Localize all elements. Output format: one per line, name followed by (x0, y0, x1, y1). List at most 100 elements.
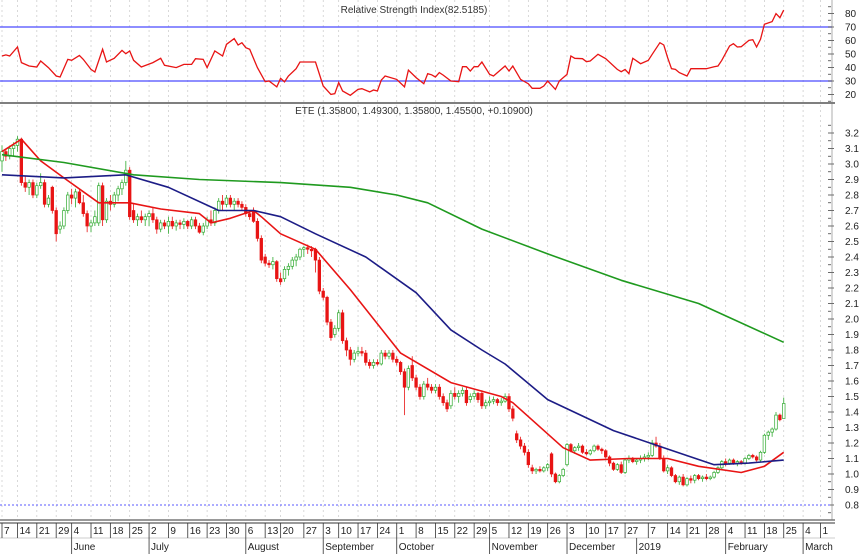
date-tick-label: 25 (132, 526, 144, 537)
price-tick-label: 2.2 (845, 284, 859, 295)
date-tick-label: 7 (650, 526, 656, 537)
candle-body (766, 431, 770, 436)
candle-body (23, 182, 27, 188)
date-tick-label: 30 (228, 526, 240, 537)
candle-up (484, 399, 488, 409)
candle-down (340, 309, 345, 344)
candle-body (758, 451, 763, 461)
rsi-panel: Relative Strength Index(82.5185) 20 30 40 5… (0, 5, 857, 102)
candle-down (151, 207, 155, 223)
candle-body (89, 222, 93, 227)
candle-body (449, 393, 453, 407)
candle-up (693, 474, 697, 484)
candle-up (700, 475, 705, 482)
candle-body (344, 340, 349, 351)
candle-up (66, 191, 70, 214)
price-tick-label: 1.2 (845, 439, 859, 450)
candle-down (278, 272, 283, 285)
candle-up (352, 350, 356, 363)
candle-body (371, 362, 376, 366)
month-label: August (248, 542, 279, 553)
date-tick-label: 14 (19, 526, 31, 537)
candle-down (549, 452, 554, 478)
price-tick-label: 1.3 (845, 423, 859, 434)
candle-body (193, 219, 198, 227)
candle-down (511, 405, 515, 422)
candle-up (422, 381, 426, 400)
candle-body (681, 476, 685, 486)
candle-body (549, 453, 554, 475)
candle-down (441, 393, 445, 406)
candle-up (747, 453, 751, 461)
candle-body (623, 459, 627, 473)
candle-up (356, 346, 360, 357)
candle-up (592, 444, 596, 453)
candle-up (468, 393, 472, 403)
candle-up (143, 213, 147, 226)
candle-up (460, 387, 465, 397)
candle-body (696, 475, 701, 479)
candle-down (275, 260, 279, 282)
candle-body (135, 216, 140, 221)
candle-up (224, 195, 229, 208)
date-tick-label: 11 (747, 526, 758, 537)
candle-down (480, 390, 484, 409)
candle-down (754, 455, 759, 462)
candle-body (538, 469, 542, 472)
candle-body (375, 362, 380, 365)
candle-body (228, 197, 232, 205)
candle-body (189, 219, 194, 227)
candle-body (747, 455, 751, 459)
candle-up (758, 450, 763, 462)
candle-body (573, 447, 577, 452)
candle-body (398, 362, 403, 373)
month-label: March (805, 542, 833, 553)
candle-down (255, 218, 260, 242)
candle-up (93, 210, 97, 226)
candle-body (433, 386, 438, 391)
candle-body (162, 222, 167, 227)
candle-body (491, 399, 496, 402)
candle-down (778, 413, 782, 422)
candle-body (151, 213, 155, 221)
candle-body (526, 451, 530, 466)
candle-down (162, 219, 167, 230)
date-tick-label: 11 (93, 526, 104, 537)
candle-body (635, 459, 639, 462)
candle-body (402, 371, 407, 388)
date-tick-label: 22 (457, 526, 469, 537)
candle-body (782, 403, 786, 419)
candle-up (635, 458, 639, 465)
candle-body (155, 219, 159, 230)
price-tick-label: 2.6 (845, 222, 859, 233)
date-tick-label: 26 (550, 526, 562, 537)
candle-down (321, 288, 325, 301)
candle-down (426, 377, 430, 391)
candle-body (561, 469, 565, 476)
price-title: ETE (1.35800, 1.49300, 1.35800, 1.45500,… (295, 106, 533, 117)
candle-body (484, 402, 488, 407)
candle-up (201, 222, 205, 236)
month-label: June (74, 542, 96, 553)
candle-up (15, 136, 20, 152)
candle-body (611, 462, 616, 470)
candle-body (139, 216, 143, 221)
candle-up (770, 427, 774, 437)
candle-body (754, 456, 759, 461)
candle-down (193, 216, 198, 230)
candle-body (406, 368, 410, 388)
candle-body (159, 222, 163, 230)
candle-body (542, 467, 546, 472)
candle-body (615, 464, 619, 470)
candle-up (294, 253, 298, 267)
candle-down (31, 179, 35, 199)
date-tick-label: 16 (190, 526, 202, 537)
candle-body (604, 450, 608, 458)
candle-down (476, 391, 480, 403)
candle-down (681, 474, 685, 487)
candle-up (46, 195, 51, 208)
candle-body (27, 182, 31, 188)
candle-body (220, 200, 225, 205)
candle-down (704, 474, 708, 481)
date-tick-label: 7 (4, 526, 10, 537)
